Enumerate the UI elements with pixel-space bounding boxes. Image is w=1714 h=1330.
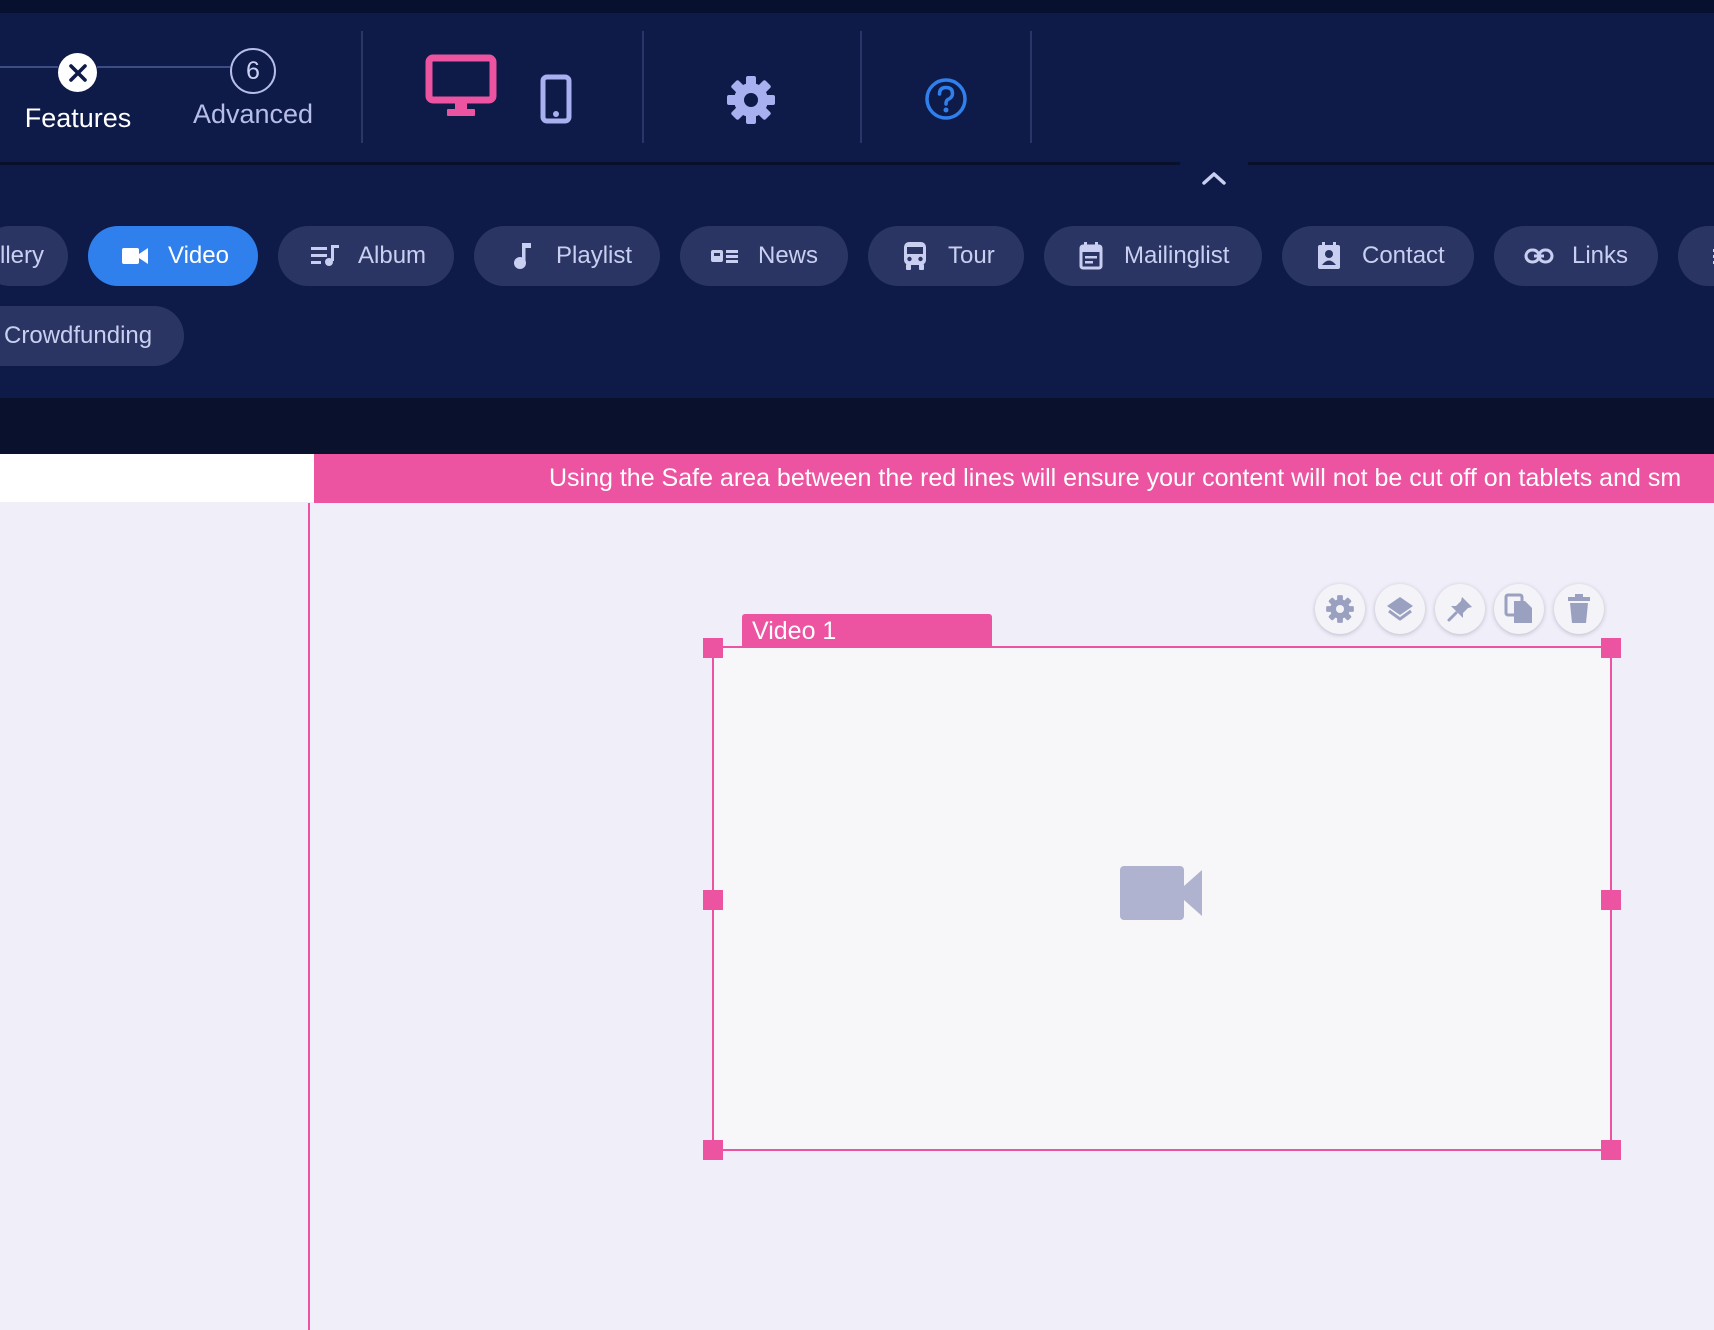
close-icon [68, 63, 87, 82]
chip-more[interactable] [1678, 226, 1714, 286]
music-note-icon [508, 241, 538, 271]
link-icon [1524, 241, 1554, 271]
resize-handle-right[interactable] [1601, 890, 1621, 910]
chip-mailinglist-label: Mailinglist [1124, 242, 1230, 269]
step-features-close-button[interactable] [58, 53, 97, 92]
chip-contact[interactable]: Contact [1282, 226, 1474, 286]
chip-gallery[interactable]: llery [0, 226, 68, 286]
chip-crowdfunding-label: Crowdfunding [4, 322, 153, 349]
chip-video-label: Video [168, 242, 229, 269]
widget-pin-button[interactable] [1435, 584, 1485, 634]
delete-icon [1568, 594, 1590, 623]
safe-area-line [308, 503, 310, 1330]
widget-settings-button[interactable] [1315, 584, 1365, 634]
help-icon [925, 78, 967, 120]
mobile-icon [540, 74, 572, 124]
divider [361, 31, 363, 143]
chip-tour-label: Tour [948, 242, 995, 269]
pin-icon [1447, 597, 1472, 622]
contact-icon [1314, 241, 1344, 271]
step-advanced-number[interactable]: 6 [230, 48, 276, 94]
widget-title-tab[interactable]: Video 1 [742, 614, 992, 646]
chip-mailinglist[interactable]: Mailinglist [1044, 226, 1262, 286]
chip-news-label: News [758, 242, 819, 269]
canvas-margin-area [0, 454, 314, 502]
resize-handle-bottom-left[interactable] [703, 1140, 723, 1160]
chip-video[interactable]: Video [88, 226, 258, 286]
safe-area-notice: Using the Safe area between the red line… [549, 464, 1682, 492]
divider [860, 31, 862, 143]
chip-crowdfunding[interactable]: Crowdfunding [0, 306, 184, 366]
safe-area-banner: Using the Safe area between the red line… [314, 454, 1714, 503]
chip-news[interactable]: News [680, 226, 848, 286]
settings-button[interactable] [724, 73, 778, 127]
step-advanced-label[interactable]: Advanced [188, 99, 318, 130]
album-icon [310, 241, 340, 271]
chip-album[interactable]: Album [278, 226, 454, 286]
resize-handle-top-left[interactable] [703, 638, 723, 658]
resize-handle-top-right[interactable] [1601, 638, 1621, 658]
chevron-up-icon [1202, 172, 1226, 185]
resize-handle-bottom-right[interactable] [1601, 1140, 1621, 1160]
more-icon [1708, 241, 1714, 271]
step-connector [97, 66, 230, 68]
step-features-label[interactable]: Features [24, 103, 132, 134]
chip-contact-label: Contact [1362, 242, 1445, 269]
gear-icon [727, 76, 775, 124]
editor-header: Features 6 Advanced [0, 13, 1714, 165]
toolbar-gap [0, 398, 1714, 454]
features-panel: llery Video Album Playlist News Tour Mai… [0, 165, 1714, 398]
copy-icon [1504, 593, 1532, 623]
news-icon [710, 241, 740, 271]
gear-icon [1326, 595, 1354, 623]
step-connector [0, 66, 58, 68]
mobile-view-button[interactable] [536, 71, 576, 127]
bus-icon [900, 241, 930, 271]
chip-tour[interactable]: Tour [868, 226, 1024, 286]
videocam-icon [1118, 864, 1204, 927]
help-button[interactable] [922, 75, 970, 123]
videocam-icon [120, 241, 150, 271]
chip-gallery-label: llery [0, 242, 45, 269]
divider [1030, 31, 1032, 143]
chip-links[interactable]: Links [1494, 226, 1658, 286]
divider [642, 31, 644, 143]
chip-playlist[interactable]: Playlist [474, 226, 660, 286]
widget-delete-button[interactable] [1554, 584, 1604, 634]
chip-album-label: Album [358, 242, 427, 269]
collapse-panel-button[interactable] [1180, 152, 1248, 204]
desktop-view-button[interactable] [424, 53, 498, 121]
layers-icon [1387, 597, 1413, 621]
desktop-icon [425, 54, 497, 116]
calendar-icon [1076, 241, 1106, 271]
chip-playlist-label: Playlist [556, 242, 633, 269]
resize-handle-left[interactable] [703, 890, 723, 910]
widget-layers-button[interactable] [1375, 584, 1425, 634]
top-strip [0, 0, 1714, 13]
chip-links-label: Links [1572, 242, 1629, 269]
widget-duplicate-button[interactable] [1494, 584, 1544, 634]
